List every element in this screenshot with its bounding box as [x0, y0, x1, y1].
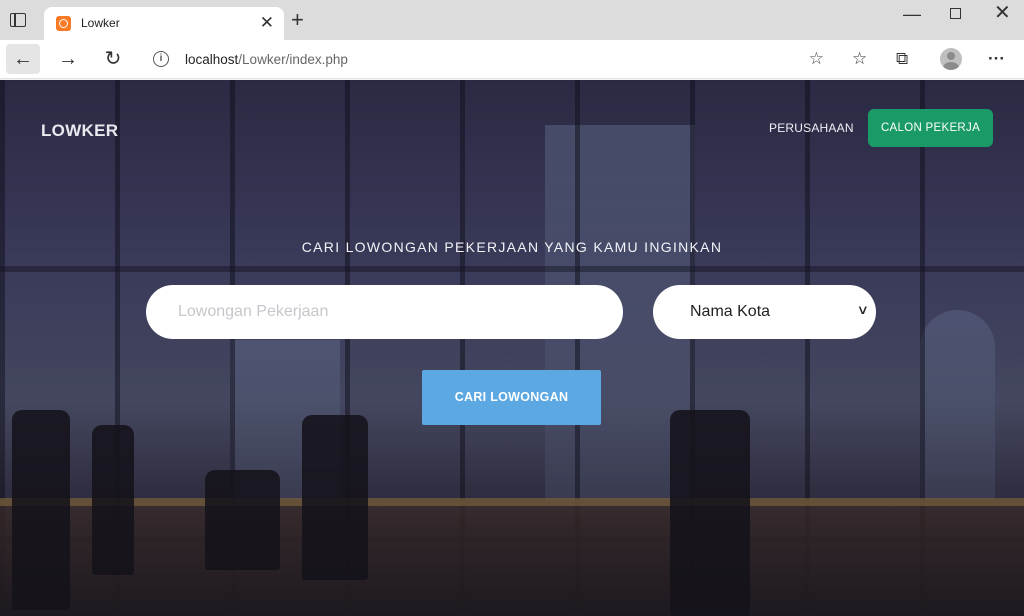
tab-title: Lowker [81, 16, 120, 30]
floor [0, 500, 1024, 616]
job-search-input[interactable] [146, 285, 623, 339]
close-icon[interactable]: ✕ [260, 13, 274, 33]
xampp-favicon [56, 16, 71, 31]
person-silhouette [12, 410, 70, 610]
brand-logo[interactable]: LOWKER [41, 121, 118, 141]
maximize-icon[interactable] [950, 8, 961, 19]
hero-section: LOWKER PERUSAHAAN CALON PEKERJA CARI LOW… [0, 80, 1024, 616]
forward-icon[interactable]: → [51, 44, 85, 74]
person-silhouette [670, 410, 750, 616]
address-bar[interactable]: i localhost/Lowker/index.php ☆ [141, 44, 838, 75]
minimize-icon[interactable]: — [903, 4, 921, 25]
back-icon[interactable]: ← [6, 44, 40, 74]
bench [0, 498, 1024, 506]
nav-button-calon-pekerja[interactable]: CALON PEKERJA [868, 109, 993, 147]
more-icon[interactable]: ··· [988, 49, 1005, 69]
person-silhouette [205, 470, 280, 570]
person-silhouette [302, 415, 368, 580]
profile-icon[interactable] [940, 48, 962, 70]
tab-strip: Lowker ✕ + — ✕ [0, 0, 1024, 40]
url-host: localhost [185, 52, 239, 67]
person-silhouette [92, 425, 134, 575]
info-icon[interactable]: i [153, 51, 169, 67]
url-path: /Lowker/index.php [238, 52, 348, 67]
browser-tab[interactable]: Lowker ✕ [44, 7, 284, 40]
window-close-icon[interactable]: ✕ [994, 3, 1011, 23]
reload-icon[interactable]: ↻ [96, 44, 130, 74]
hero-headline: CARI LOWONGAN PEKERJAAN YANG KAMU INGINK… [301, 239, 723, 255]
collections-icon[interactable]: ⧉ [896, 49, 908, 69]
nav-link-perusahaan[interactable]: PERUSAHAAN [769, 121, 854, 135]
tab-actions-icon[interactable] [10, 13, 26, 27]
add-favorite-icon[interactable]: ☆ [809, 49, 824, 69]
city-select[interactable]: Nama Kota ∨ [653, 285, 876, 339]
chevron-down-icon: ∨ [857, 302, 870, 317]
favorites-icon[interactable]: ☆ [852, 49, 867, 69]
search-jobs-button[interactable]: CARI LOWONGAN [422, 370, 601, 425]
city-select-value: Nama Kota [690, 303, 771, 320]
plus-icon[interactable]: + [291, 9, 304, 31]
url-text[interactable]: localhost/Lowker/index.php [185, 52, 348, 67]
browser-toolbar: ← → ↻ i localhost/Lowker/index.php ☆ ☆ ⧉… [0, 40, 1024, 79]
